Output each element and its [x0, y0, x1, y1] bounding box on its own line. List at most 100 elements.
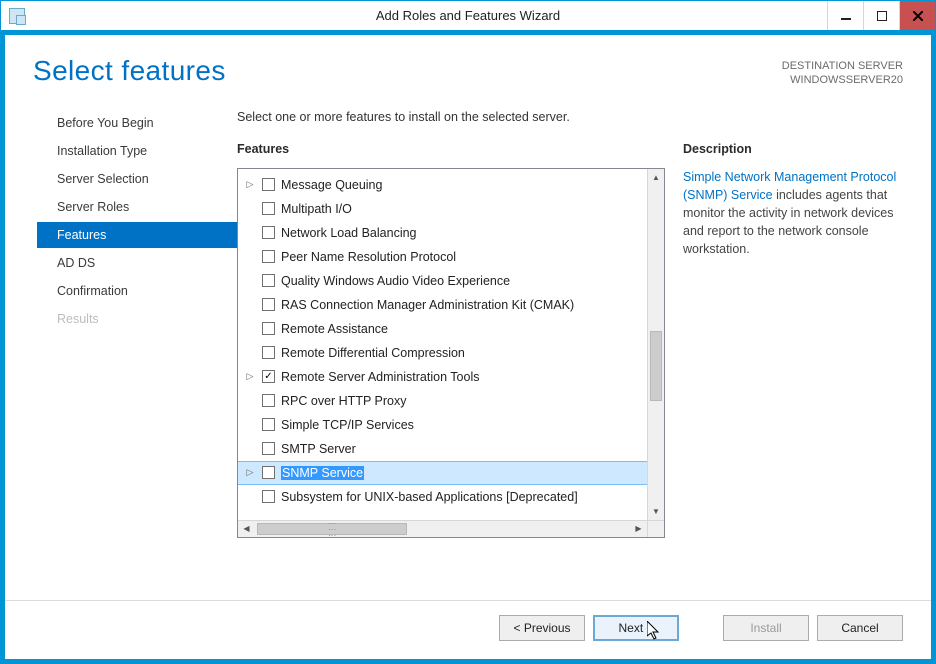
next-button[interactable]: Next >: [593, 615, 679, 641]
feature-label: Remote Server Administration Tools: [281, 370, 479, 384]
feature-row[interactable]: Remote Differential Compression: [238, 341, 647, 365]
feature-checkbox[interactable]: [262, 466, 275, 479]
sidebar-item-before-you-begin[interactable]: Before You Begin: [37, 110, 237, 136]
features-column: Features ▷ Message Queuing Multipath I/O Ne…: [237, 142, 665, 592]
destination-server: WINDOWSSERVER20: [782, 73, 903, 87]
titlebar: Add Roles and Features Wizard: [1, 1, 935, 31]
feature-checkbox[interactable]: [262, 418, 275, 431]
feature-checkbox[interactable]: [262, 226, 275, 239]
intro-text: Select one or more features to install o…: [237, 110, 903, 124]
inner-wrap: Select features DESTINATION SERVER WINDO…: [1, 31, 935, 663]
feature-label: Message Queuing: [281, 178, 382, 192]
description-heading: Description: [683, 142, 903, 156]
feature-checkbox[interactable]: [262, 490, 275, 503]
feature-checkbox[interactable]: [262, 250, 275, 263]
description-text: Simple Network Management Protocol (SNMP…: [683, 168, 903, 259]
feature-checkbox[interactable]: [262, 370, 275, 383]
sidebar-item-server-selection[interactable]: Server Selection: [37, 166, 237, 192]
feature-row[interactable]: Quality Windows Audio Video Experience: [238, 269, 647, 293]
install-button: Install: [723, 615, 809, 641]
sidebar-item-confirmation[interactable]: Confirmation: [37, 278, 237, 304]
feature-label: RPC over HTTP Proxy: [281, 394, 407, 408]
sidebar-item-ad-ds[interactable]: AD DS: [37, 250, 237, 276]
feature-row[interactable]: Network Load Balancing: [238, 221, 647, 245]
feature-row[interactable]: Multipath I/O: [238, 197, 647, 221]
feature-label: Quality Windows Audio Video Experience: [281, 274, 510, 288]
sidebar-item-server-roles[interactable]: Server Roles: [37, 194, 237, 220]
scroll-left-icon[interactable]: ◀: [238, 521, 255, 537]
previous-button[interactable]: < Previous: [499, 615, 585, 641]
close-icon: [913, 11, 923, 21]
feature-row[interactable]: RAS Connection Manager Administration Ki…: [238, 293, 647, 317]
next-button-label: Next >: [618, 621, 653, 635]
feature-checkbox[interactable]: [262, 346, 275, 359]
horizontal-scrollbar[interactable]: ◀ ▶: [238, 520, 664, 537]
content-area: Select features DESTINATION SERVER WINDO…: [5, 35, 931, 659]
destination-block: DESTINATION SERVER WINDOWSSERVER20: [782, 55, 903, 88]
vscroll-track[interactable]: [648, 186, 664, 503]
wizard-sidebar: Before You Begin Installation Type Serve…: [5, 96, 237, 592]
feature-row[interactable]: Subsystem for UNIX-based Applications [D…: [238, 485, 647, 509]
feature-checkbox[interactable]: [262, 202, 275, 215]
feature-label: Peer Name Resolution Protocol: [281, 250, 456, 264]
wizard-footer: < Previous Next > Install Cancel: [5, 600, 931, 659]
features-items: ▷ Message Queuing Multipath I/O Network Loa…: [238, 169, 647, 520]
sidebar-item-results: Results: [37, 306, 237, 332]
feature-label: RAS Connection Manager Administration Ki…: [281, 298, 574, 312]
app-icon: [9, 8, 25, 24]
window-title: Add Roles and Features Wizard: [1, 8, 935, 23]
feature-row[interactable]: ▷ SNMP Service: [238, 461, 647, 485]
main-panel: Select one or more features to install o…: [237, 96, 903, 592]
hscroll-track[interactable]: [255, 521, 630, 537]
feature-checkbox[interactable]: [262, 442, 275, 455]
features-heading: Features: [237, 142, 665, 156]
feature-label: Subsystem for UNIX-based Applications [D…: [281, 490, 578, 504]
scroll-right-icon[interactable]: ▶: [630, 521, 647, 537]
feature-checkbox[interactable]: [262, 322, 275, 335]
feature-row[interactable]: ▷ Message Queuing: [238, 173, 647, 197]
expand-icon[interactable]: ▷: [244, 179, 256, 190]
feature-checkbox[interactable]: [262, 178, 275, 191]
features-scroll-area: ▷ Message Queuing Multipath I/O Network Loa…: [238, 169, 664, 520]
minimize-button[interactable]: [827, 1, 863, 30]
feature-label: Network Load Balancing: [281, 226, 417, 240]
destination-label: DESTINATION SERVER: [782, 59, 903, 73]
feature-row[interactable]: SMTP Server: [238, 437, 647, 461]
feature-checkbox[interactable]: [262, 298, 275, 311]
feature-checkbox[interactable]: [262, 274, 275, 287]
scroll-up-icon[interactable]: ▲: [648, 169, 664, 186]
feature-row[interactable]: ▷ Remote Server Administration Tools: [238, 365, 647, 389]
minimize-icon: [841, 11, 851, 21]
feature-row[interactable]: RPC over HTTP Proxy: [238, 389, 647, 413]
feature-label: SNMP Service: [281, 466, 364, 480]
feature-row[interactable]: Peer Name Resolution Protocol: [238, 245, 647, 269]
description-column: Description Simple Network Management Pr…: [683, 142, 903, 592]
maximize-button[interactable]: [863, 1, 899, 30]
vscroll-thumb[interactable]: [650, 331, 662, 401]
feature-label: Remote Assistance: [281, 322, 388, 336]
wizard-window: Add Roles and Features Wizard Select fea…: [0, 0, 936, 664]
window-controls: [827, 1, 935, 30]
cancel-button[interactable]: Cancel: [817, 615, 903, 641]
feature-row[interactable]: Remote Assistance: [238, 317, 647, 341]
feature-label: Remote Differential Compression: [281, 346, 465, 360]
scroll-down-icon[interactable]: ▼: [648, 503, 664, 520]
expand-icon[interactable]: ▷: [244, 371, 256, 382]
sidebar-item-installation-type[interactable]: Installation Type: [37, 138, 237, 164]
feature-label: Simple TCP/IP Services: [281, 418, 414, 432]
close-button[interactable]: [899, 1, 935, 30]
hscroll-thumb[interactable]: [257, 523, 407, 535]
feature-checkbox[interactable]: [262, 394, 275, 407]
sidebar-item-features[interactable]: Features: [37, 222, 237, 248]
footer-gap: [687, 615, 715, 641]
expand-icon[interactable]: ▷: [244, 467, 256, 478]
feature-label: Multipath I/O: [281, 202, 352, 216]
vertical-scrollbar[interactable]: ▲ ▼: [647, 169, 664, 520]
feature-row[interactable]: Simple TCP/IP Services: [238, 413, 647, 437]
maximize-icon: [877, 11, 887, 21]
page-title: Select features: [33, 55, 226, 87]
header-row: Select features DESTINATION SERVER WINDO…: [5, 35, 931, 96]
body-columns: Before You Begin Installation Type Serve…: [5, 96, 931, 600]
feature-label: SMTP Server: [281, 442, 356, 456]
features-listbox: ▷ Message Queuing Multipath I/O Network Loa…: [237, 168, 665, 538]
